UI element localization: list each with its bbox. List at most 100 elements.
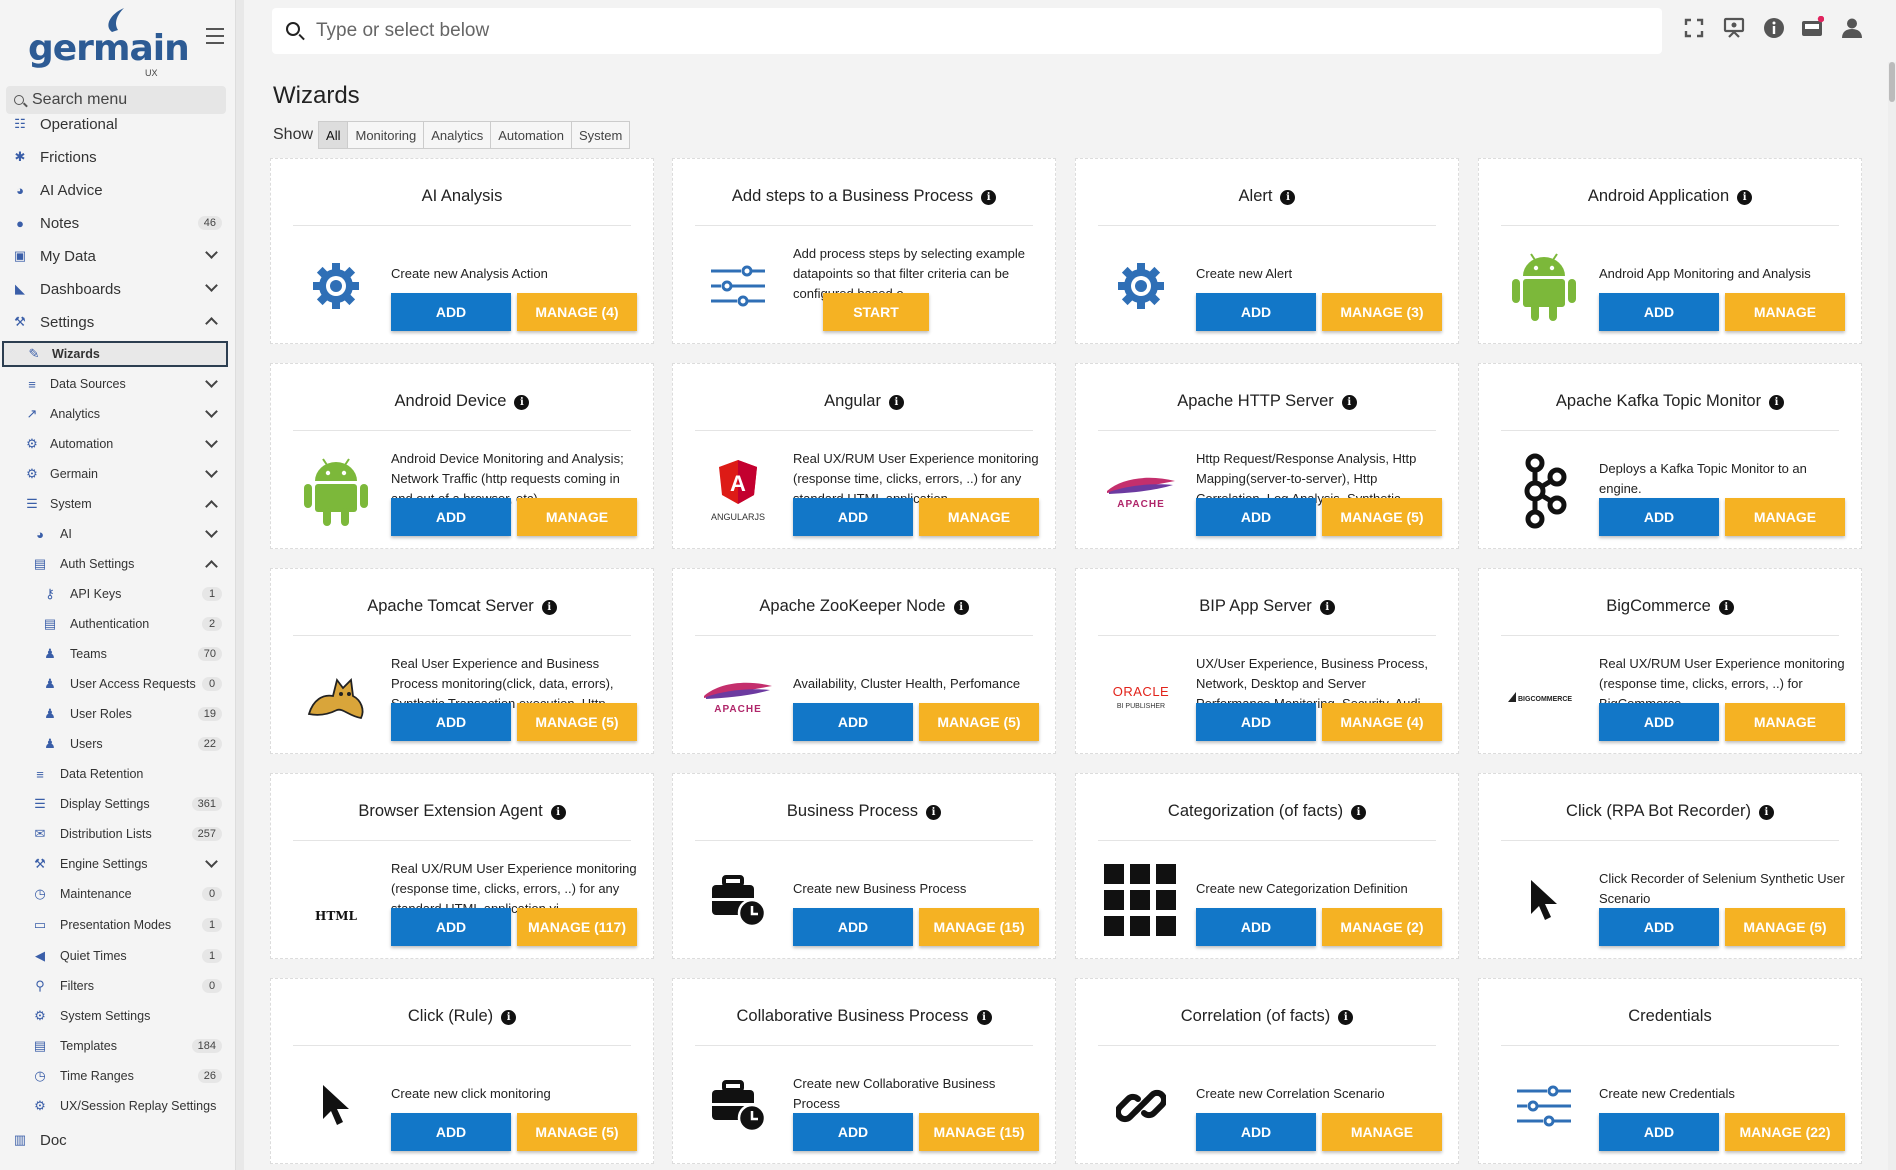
- manage-button[interactable]: MANAGE: [1725, 703, 1845, 741]
- sidebar-item-auth-settings[interactable]: ▤ Auth Settings: [0, 551, 232, 577]
- sidebar-scrollbar[interactable]: [236, 0, 244, 1170]
- info-icon[interactable]: i: [926, 805, 942, 820]
- info-icon[interactable]: i: [981, 190, 997, 205]
- manage-button[interactable]: MANAGE: [517, 498, 637, 536]
- add-button[interactable]: ADD: [391, 293, 511, 331]
- sidebar-item-settings[interactable]: ⚒ Settings: [0, 308, 232, 336]
- manage-button[interactable]: MANAGE (22): [1725, 1113, 1845, 1151]
- info-icon[interactable]: i: [1769, 395, 1785, 410]
- add-button[interactable]: ADD: [1196, 1113, 1316, 1151]
- add-button[interactable]: ADD: [1196, 703, 1316, 741]
- sidebar-item-data-sources[interactable]: ≡ Data Sources: [0, 371, 232, 397]
- add-button[interactable]: ADD: [1599, 293, 1719, 331]
- manage-button[interactable]: MANAGE (5): [517, 1113, 637, 1151]
- manage-button[interactable]: MANAGE (5): [1322, 498, 1442, 536]
- sidebar-item-distribution-lists[interactable]: ✉ Distribution Lists 257: [0, 821, 232, 847]
- sidebar-item-operational[interactable]: ☷ Operational: [0, 110, 232, 138]
- add-button[interactable]: ADD: [1599, 498, 1719, 536]
- add-button[interactable]: ADD: [391, 498, 511, 536]
- info-icon[interactable]: i: [1338, 1010, 1354, 1025]
- sidebar-item-maintenance[interactable]: ◷ Maintenance 0: [0, 881, 232, 907]
- manage-button[interactable]: MANAGE (5): [517, 703, 637, 741]
- sidebar-item-user-access-requests[interactable]: ♟ User Access Requests 0: [0, 671, 232, 697]
- info-icon[interactable]: i: [501, 1010, 517, 1025]
- chevron-down-icon[interactable]: [205, 279, 218, 292]
- sidebar-item-teams[interactable]: ♟ Teams 70: [0, 641, 232, 667]
- add-button[interactable]: ADD: [1196, 498, 1316, 536]
- add-button[interactable]: ADD: [1196, 293, 1316, 331]
- sidebar-item-dashboards[interactable]: ◣ Dashboards: [0, 275, 232, 303]
- chevron-down-icon[interactable]: [205, 855, 218, 868]
- chevron-down-icon[interactable]: [205, 375, 218, 388]
- sidebar-item-api-keys[interactable]: ⚷ API Keys 1: [0, 581, 232, 607]
- sidebar-item-analytics[interactable]: ↗ Analytics: [0, 401, 232, 427]
- chevron-down-icon[interactable]: [205, 405, 218, 418]
- chevron-up-icon[interactable]: [205, 560, 218, 573]
- inbox-icon[interactable]: [1800, 16, 1824, 40]
- info-icon[interactable]: i: [550, 805, 566, 820]
- sidebar-item-users[interactable]: ♟ Users 22: [0, 731, 232, 757]
- info-icon[interactable]: i: [541, 600, 557, 615]
- expand-icon[interactable]: [1682, 16, 1706, 40]
- sidebar-item-user-roles[interactable]: ♟ User Roles 19: [0, 701, 232, 727]
- sidebar-item-germain[interactable]: ⚙ Germain: [0, 461, 232, 487]
- info-icon[interactable]: i: [953, 600, 969, 615]
- info-icon[interactable]: i: [1280, 190, 1296, 205]
- sidebar-item-automation[interactable]: ⚙ Automation: [0, 431, 232, 457]
- add-button[interactable]: ADD: [1196, 908, 1316, 946]
- sidebar-item-quiet-times[interactable]: ◀ Quiet Times 1: [0, 943, 232, 969]
- add-button[interactable]: ADD: [391, 908, 511, 946]
- manage-button[interactable]: MANAGE (15): [919, 1113, 1039, 1151]
- sidebar-item-presentation-modes[interactable]: ▭ Presentation Modes 1: [0, 912, 232, 938]
- manage-button[interactable]: MANAGE: [919, 498, 1039, 536]
- manage-button[interactable]: MANAGE (4): [517, 293, 637, 331]
- chevron-down-icon[interactable]: [205, 435, 218, 448]
- user-icon[interactable]: [1840, 16, 1864, 40]
- filter-analytics-button[interactable]: Analytics: [423, 121, 492, 149]
- chevron-down-icon[interactable]: [205, 465, 218, 478]
- info-icon[interactable]: i: [1341, 395, 1357, 410]
- sidebar-item-system[interactable]: ☰ System: [0, 491, 232, 517]
- manage-button[interactable]: MANAGE: [1322, 1113, 1442, 1151]
- sidebar-item-templates[interactable]: ▤ Templates 184: [0, 1033, 232, 1059]
- add-button[interactable]: ADD: [1599, 703, 1719, 741]
- filter-monitoring-button[interactable]: Monitoring: [347, 121, 425, 149]
- info-circle-icon[interactable]: [1762, 16, 1786, 40]
- hamburger-menu-icon[interactable]: [206, 28, 224, 44]
- start-button[interactable]: START: [823, 293, 929, 331]
- sidebar-item-wizards[interactable]: ✎ Wizards: [2, 341, 228, 367]
- chevron-down-icon[interactable]: [205, 525, 218, 538]
- manage-button[interactable]: MANAGE (2): [1322, 908, 1442, 946]
- sidebar-item-data-retention[interactable]: ≡ Data Retention: [0, 761, 232, 787]
- chevron-up-icon[interactable]: [205, 317, 218, 330]
- add-button[interactable]: ADD: [793, 498, 913, 536]
- sidebar-item-display-settings[interactable]: ☰ Display Settings 361: [0, 791, 232, 817]
- add-button[interactable]: ADD: [1599, 1113, 1719, 1151]
- scrollbar-thumb[interactable]: [1889, 62, 1895, 102]
- add-button[interactable]: ADD: [1599, 908, 1719, 946]
- info-icon[interactable]: i: [976, 1010, 992, 1025]
- chevron-up-icon[interactable]: [205, 500, 218, 513]
- manage-button[interactable]: MANAGE: [1725, 498, 1845, 536]
- add-button[interactable]: ADD: [391, 1113, 511, 1151]
- sidebar-item-frictions[interactable]: ✱ Frictions: [0, 143, 232, 171]
- sidebar-item-ux-session-replay-settings[interactable]: ⚙ UX/Session Replay Settings: [0, 1093, 232, 1119]
- manage-button[interactable]: MANAGE (117): [517, 908, 637, 946]
- info-icon[interactable]: i: [1319, 600, 1335, 615]
- chevron-down-icon[interactable]: [205, 246, 218, 259]
- manage-button[interactable]: MANAGE (15): [919, 908, 1039, 946]
- filter-automation-button[interactable]: Automation: [490, 121, 572, 149]
- info-icon[interactable]: i: [514, 395, 530, 410]
- sidebar-item-engine-settings[interactable]: ⚒ Engine Settings: [0, 851, 232, 877]
- sidebar-item-notes[interactable]: ● Notes 46: [0, 209, 232, 237]
- sidebar-item-ai-advice[interactable]: ◕ AI Advice: [0, 176, 232, 204]
- add-button[interactable]: ADD: [391, 703, 511, 741]
- info-icon[interactable]: i: [1718, 600, 1734, 615]
- info-icon[interactable]: i: [1758, 805, 1774, 820]
- manage-button[interactable]: MANAGE (4): [1322, 703, 1442, 741]
- manage-button[interactable]: MANAGE (5): [919, 703, 1039, 741]
- filter-all-button[interactable]: All: [318, 121, 349, 149]
- sidebar-item-time-ranges[interactable]: ◷ Time Ranges 26: [0, 1063, 232, 1089]
- filter-system-button[interactable]: System: [570, 121, 631, 149]
- add-button[interactable]: ADD: [793, 908, 913, 946]
